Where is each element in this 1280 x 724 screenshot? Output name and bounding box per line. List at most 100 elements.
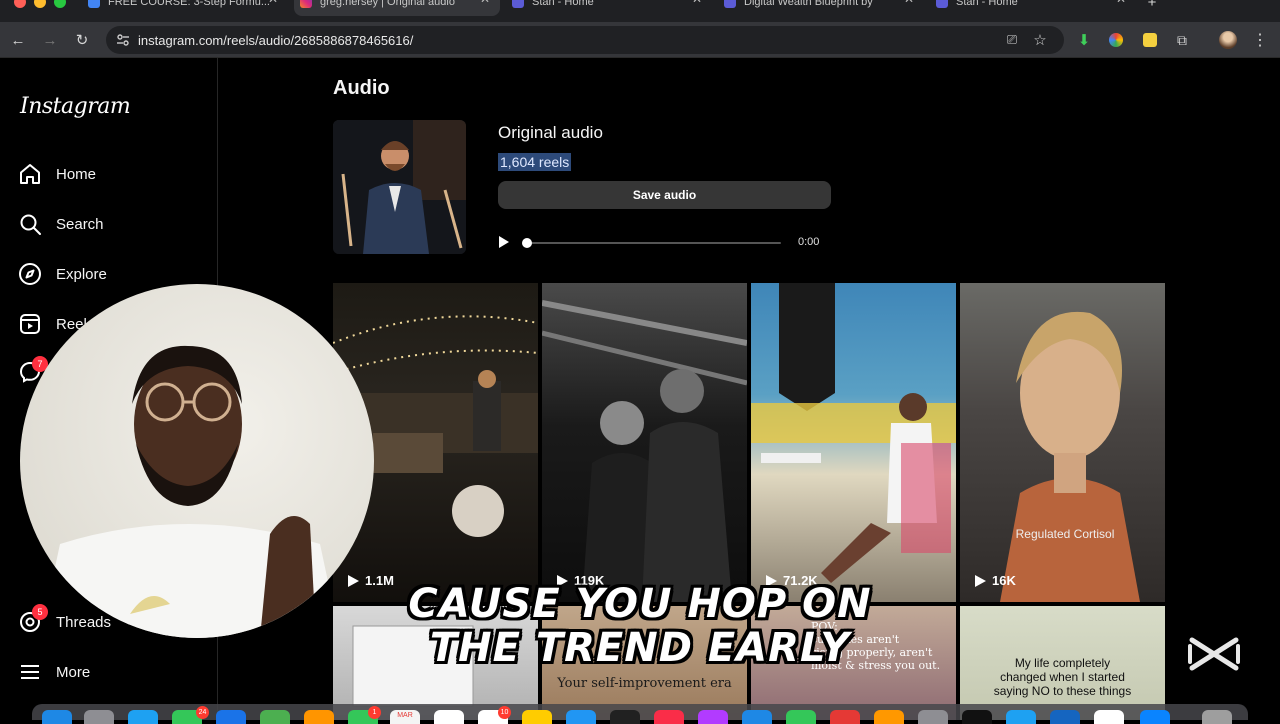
music-icon[interactable] <box>654 710 684 724</box>
tab-title: Stan - Home <box>532 0 594 8</box>
sidebar-item-threads[interactable]: 5 Threads <box>18 604 112 638</box>
freeform-icon[interactable] <box>566 710 596 724</box>
close-tab-icon[interactable]: ✕ <box>268 0 278 5</box>
performer-photo <box>333 120 466 254</box>
safari-icon[interactable] <box>128 710 158 724</box>
url-text[interactable]: instagram.com/reels/audio/26858868784656… <box>138 33 413 48</box>
browser-tab[interactable]: Stan - Home ✕ <box>930 0 1136 16</box>
stan-favicon-icon <box>512 0 524 8</box>
sidebar-item-label: Search <box>56 215 104 233</box>
extensions-puzzle-icon[interactable]: ⧉ <box>1172 30 1192 50</box>
reel-view-count: 16K <box>992 573 1016 588</box>
notes-icon[interactable] <box>522 710 552 724</box>
app-store-icon[interactable] <box>742 710 772 724</box>
news-icon[interactable] <box>830 710 860 724</box>
reel-thumbnail-woman-portrait <box>1000 311 1140 602</box>
audio-progress-track[interactable] <box>524 242 781 244</box>
calendar-icon[interactable]: MAR <box>390 710 420 724</box>
browser-tab-active[interactable]: greg.hersey | Original audio ✕ <box>294 0 500 16</box>
webcam-overlay <box>20 284 374 638</box>
trash-icon[interactable] <box>1202 710 1232 724</box>
minimize-window-button[interactable] <box>34 0 46 8</box>
browser-toolbar: ← → ↻ instagram.com/reels/audio/26858868… <box>0 22 1280 58</box>
sidebar-item-label: More <box>56 663 91 681</box>
audio-time: 0:00 <box>798 236 820 248</box>
sidebar-item-label: Threads <box>56 613 112 631</box>
search-icon <box>20 214 41 235</box>
sidebar-item-label: Home <box>56 165 97 183</box>
word-icon[interactable] <box>1050 710 1080 724</box>
podcasts-icon[interactable] <box>698 710 728 724</box>
maximize-window-button[interactable] <box>54 0 66 8</box>
browser-menu-icon[interactable]: ⋮ <box>1250 30 1270 50</box>
grammar-extension-icon[interactable] <box>1140 30 1160 50</box>
reel-overlay-text: Your self-improvement era <box>557 676 732 691</box>
numbers-icon[interactable] <box>786 710 816 724</box>
reel-tile[interactable]: My life completely changed when I starte… <box>960 606 1165 720</box>
reel-tile[interactable]: Regulated Cortisol 16K <box>960 283 1165 602</box>
messages-dock-badge: 24 <box>196 706 209 719</box>
sidebar-item-label: Explore <box>56 265 107 283</box>
new-tab-icon[interactable]: + <box>1142 0 1162 12</box>
tv-icon[interactable] <box>610 710 640 724</box>
zoom-icon[interactable] <box>1006 710 1036 724</box>
video-caption: CAUSE YOU HOP ON THE TREND EARLY <box>380 582 900 670</box>
reel-tile[interactable]: 119K <box>542 283 747 602</box>
finder-icon[interactable] <box>42 710 72 724</box>
close-tab-icon[interactable]: ✕ <box>1116 0 1126 5</box>
instagram-favicon-icon <box>300 0 312 8</box>
close-tab-icon[interactable]: ✕ <box>692 0 702 5</box>
chrome-icon[interactable] <box>1094 710 1124 724</box>
audio-scrubber-handle[interactable] <box>522 238 532 248</box>
forward-icon[interactable]: → <box>40 30 60 50</box>
save-audio-button[interactable]: Save audio <box>498 181 831 209</box>
tab-title: greg.hersey | Original audio <box>320 0 455 8</box>
facetime-dock-badge: 1 <box>368 706 381 719</box>
mail-icon[interactable] <box>216 710 246 724</box>
audio-title: Original audio <box>498 123 603 142</box>
photos-icon[interactable] <box>304 710 334 724</box>
browser-tab[interactable]: FREE COURSE: 3-Step Formu... ✕ <box>82 0 288 16</box>
finder-folder-icon[interactable] <box>1140 710 1170 724</box>
sidebar-item-home[interactable]: Home <box>18 158 96 190</box>
launchpad-icon[interactable] <box>84 710 114 724</box>
sidebar-item-explore[interactable]: Explore <box>18 258 107 290</box>
download-extension-icon[interactable]: ⬇ <box>1074 30 1094 50</box>
browser-tab[interactable]: Stan - Home ✕ <box>506 0 712 16</box>
contacts-icon[interactable] <box>434 710 464 724</box>
tab-title: Digital Wealth Blueprint by <box>744 0 873 8</box>
chatgpt-icon[interactable] <box>962 710 992 724</box>
browser-tab-strip: FREE COURSE: 3-Step Formu... ✕ greg.hers… <box>0 0 1280 22</box>
close-window-button[interactable] <box>14 0 26 8</box>
install-app-icon[interactable]: ⎚ <box>1002 30 1022 50</box>
close-tab-icon[interactable]: ✕ <box>904 0 914 5</box>
address-bar[interactable]: instagram.com/reels/audio/26858868784656… <box>106 26 1064 54</box>
back-icon[interactable]: ← <box>8 30 28 50</box>
reel-tile[interactable]: 71.2K <box>751 283 956 602</box>
sidebar-item-search[interactable]: Search <box>18 208 104 240</box>
audio-cover-image <box>333 120 466 254</box>
presenter-video <box>40 345 340 638</box>
tab-title: Stan - Home <box>956 0 1018 8</box>
reload-icon[interactable]: ↻ <box>72 30 92 50</box>
instagram-logo[interactable]: Instagram <box>20 94 131 119</box>
reels-count: 1,604 reels <box>498 153 572 171</box>
reel-overlay-text: Regulated Cortisol <box>1015 527 1115 541</box>
bookmark-star-icon[interactable]: ☆ <box>1030 30 1050 50</box>
close-tab-icon[interactable]: ✕ <box>480 0 490 5</box>
browser-tab[interactable]: Digital Wealth Blueprint by ✕ <box>718 0 924 16</box>
sidebar-item-more[interactable]: More <box>18 656 90 688</box>
maps-icon[interactable] <box>260 710 290 724</box>
reel-overlay-text: My life completely changed when I starte… <box>993 656 1132 698</box>
stan-favicon-icon <box>724 0 736 8</box>
threads-badge: 5 <box>32 604 48 620</box>
tab-title: FREE COURSE: 3-Step Formu... <box>108 0 270 8</box>
system-settings-icon[interactable] <box>918 710 948 724</box>
play-icon[interactable] <box>496 234 512 250</box>
color-extension-icon[interactable] <box>1106 30 1126 50</box>
pages-icon[interactable] <box>874 710 904 724</box>
reminders-dock-badge: 10 <box>498 706 511 719</box>
play-icon <box>348 574 359 587</box>
site-settings-icon[interactable] <box>116 33 130 47</box>
profile-avatar[interactable] <box>1218 30 1238 50</box>
